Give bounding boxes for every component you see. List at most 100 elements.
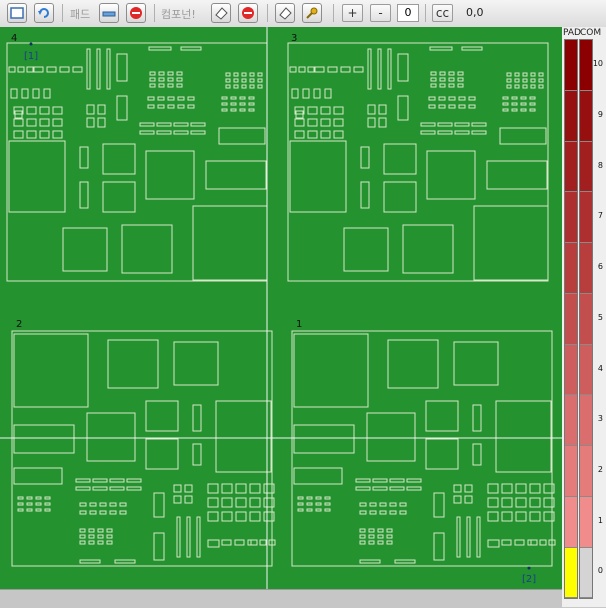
legend-tick-label: 8 bbox=[597, 160, 603, 170]
smd-pad bbox=[515, 483, 527, 494]
bga-package bbox=[426, 150, 476, 200]
smd-pad bbox=[225, 84, 231, 89]
smd-pad bbox=[173, 495, 182, 504]
quadrant-label-4: 4 bbox=[11, 33, 18, 44]
smd-pad bbox=[297, 502, 304, 506]
smd-pad bbox=[389, 502, 397, 507]
qfp-package bbox=[343, 227, 389, 272]
smd-pad bbox=[377, 534, 384, 539]
smd-pad bbox=[458, 96, 466, 101]
fiducial-marker-1: [1] bbox=[24, 51, 39, 62]
smd-pad bbox=[44, 508, 51, 512]
zoom-value-field[interactable]: 0 bbox=[397, 4, 419, 22]
smd-pad bbox=[377, 528, 384, 533]
smd-pad bbox=[367, 104, 376, 115]
smd-pad bbox=[468, 96, 476, 101]
resistor-array bbox=[454, 130, 470, 135]
smd-pad bbox=[97, 104, 106, 115]
density-legend: PAD COM 10 9 8 7 6 5 4 3 2 1 0 bbox=[562, 27, 606, 607]
smd-pad bbox=[149, 77, 156, 82]
smd-pad bbox=[320, 106, 331, 115]
key-icon[interactable] bbox=[302, 3, 322, 23]
refresh-icon[interactable] bbox=[34, 3, 54, 23]
smd-pad bbox=[173, 484, 182, 493]
smd-pad bbox=[333, 106, 344, 115]
smd-pad bbox=[315, 496, 322, 500]
ic-package bbox=[397, 95, 409, 121]
smd-pad bbox=[314, 66, 325, 73]
eraser-icon[interactable] bbox=[275, 3, 295, 23]
smd-pad bbox=[88, 528, 95, 533]
zoom-out-button[interactable]: - bbox=[370, 4, 391, 22]
smd-pad bbox=[235, 497, 247, 508]
pcb-board-canvas[interactable]: 4 3 2 1 [1] [2] bbox=[0, 27, 562, 589]
ic-package bbox=[79, 146, 89, 169]
resistor-array bbox=[406, 486, 422, 491]
window-icon[interactable] bbox=[7, 3, 27, 23]
ic-package bbox=[360, 181, 370, 209]
smd-pad bbox=[502, 102, 509, 106]
legend-color-band bbox=[580, 344, 592, 396]
smd-pad bbox=[241, 84, 247, 89]
smd-pad bbox=[539, 539, 547, 546]
resistor-array bbox=[355, 478, 371, 483]
quadrant-outline bbox=[11, 330, 273, 567]
connector-pin-row bbox=[367, 48, 372, 90]
smd-pad bbox=[44, 502, 51, 506]
smd-pad bbox=[79, 510, 87, 515]
legend-tick-label: 5 bbox=[597, 312, 603, 322]
smd-pad bbox=[538, 72, 544, 77]
bga-package bbox=[402, 224, 454, 274]
legend-color-band bbox=[580, 293, 592, 345]
smd-pad bbox=[119, 510, 127, 515]
smd-pad bbox=[448, 104, 456, 109]
smd-pad bbox=[506, 84, 512, 89]
smd-pad bbox=[88, 540, 95, 545]
smd-pad bbox=[99, 510, 107, 515]
smd-pad bbox=[530, 72, 536, 77]
component-stop-icon[interactable] bbox=[238, 3, 258, 23]
component-eraser-icon[interactable] bbox=[211, 3, 231, 23]
smd-pad bbox=[225, 72, 231, 77]
toolbar-separator bbox=[154, 4, 155, 22]
smd-pad bbox=[21, 88, 29, 99]
connector-pin-row bbox=[106, 48, 111, 90]
quadrant-label-1: 1 bbox=[296, 319, 303, 330]
smd-pad bbox=[501, 483, 513, 494]
smd-pad bbox=[386, 540, 393, 545]
connector-pin-row bbox=[456, 516, 461, 558]
smd-pad bbox=[514, 72, 520, 77]
connector-pin-row bbox=[96, 48, 101, 90]
smd-pad bbox=[26, 496, 33, 500]
smd-pad bbox=[257, 84, 263, 89]
smd-pad bbox=[522, 78, 528, 83]
resistor-array bbox=[437, 130, 453, 135]
pad-tool-icon[interactable] bbox=[99, 3, 119, 23]
toolbar-separator bbox=[425, 4, 426, 22]
smd-pad bbox=[97, 117, 106, 128]
smd-pad bbox=[530, 539, 538, 546]
smd-pad bbox=[529, 96, 536, 100]
smd-pad bbox=[464, 495, 473, 504]
smd-pad bbox=[233, 72, 239, 77]
smd-pad bbox=[291, 88, 299, 99]
pad-stop-icon[interactable] bbox=[126, 3, 146, 23]
smd-pad bbox=[89, 510, 97, 515]
smd-pad bbox=[106, 540, 113, 545]
smd-pad bbox=[511, 102, 518, 106]
smd-pad bbox=[167, 83, 174, 88]
ic-package bbox=[13, 467, 63, 485]
qfp-package bbox=[102, 143, 136, 175]
smd-pad bbox=[529, 497, 541, 508]
zoom-in-button[interactable]: + bbox=[342, 4, 363, 22]
cc-button[interactable]: cc bbox=[432, 4, 453, 22]
smd-pad bbox=[458, 104, 466, 109]
legend-color-band bbox=[565, 141, 577, 193]
smd-pad bbox=[306, 502, 313, 506]
smd-pad bbox=[157, 96, 165, 101]
com-color-scale bbox=[579, 39, 593, 599]
smd-pad bbox=[520, 102, 527, 106]
smd-pad bbox=[428, 104, 436, 109]
smd-pad bbox=[33, 66, 44, 73]
smd-pad bbox=[221, 483, 233, 494]
